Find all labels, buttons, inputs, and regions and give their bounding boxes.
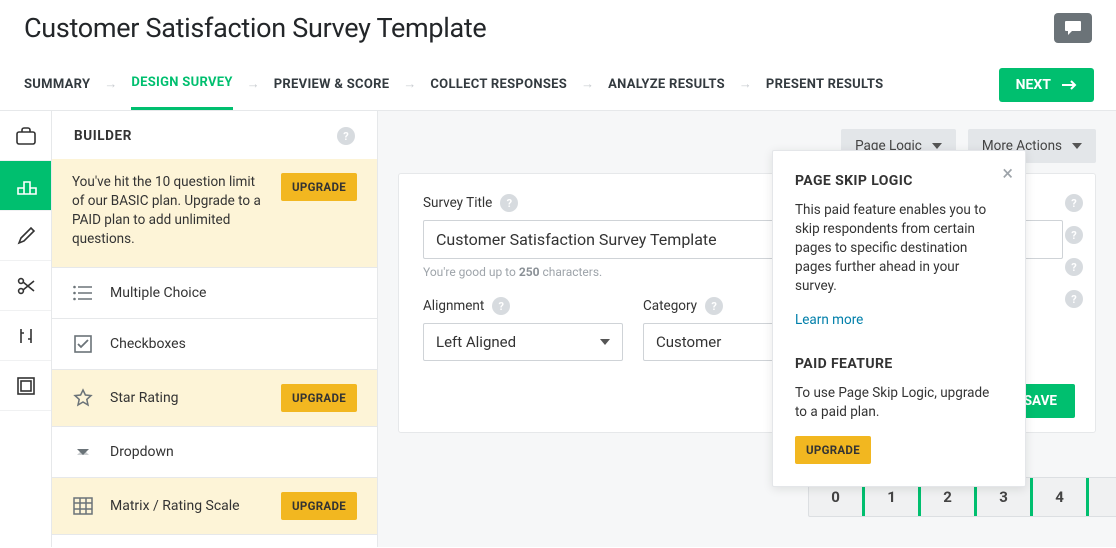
upgrade-button[interactable]: UPGRADE (795, 436, 871, 464)
nav-item-present-results[interactable]: PRESENT RESULTS (766, 60, 884, 109)
chevron-down-icon (1072, 143, 1082, 149)
tool-rail (0, 111, 52, 547)
help-icon[interactable]: ? (1065, 194, 1083, 212)
briefcase-icon (15, 126, 37, 146)
chevron-down-icon (932, 143, 942, 149)
matrix-icon (72, 495, 94, 517)
arrow-right-icon (1061, 80, 1077, 90)
nav-item-summary[interactable]: SUMMARY (24, 60, 90, 109)
blocks-icon (15, 176, 37, 196)
next-button-label: NEXT (1016, 77, 1051, 93)
paid-feature-body: To use Page Skip Logic, upgrade to a pai… (795, 384, 1003, 422)
builder-sidebar: BUILDER ? You've hit the 10 question lim… (52, 111, 378, 547)
help-icon[interactable]: ? (1065, 226, 1083, 244)
question-type-matrix[interactable]: Matrix / Rating Scale UPGRADE (52, 478, 377, 535)
help-icon[interactable]: ? (500, 194, 518, 212)
help-icon[interactable]: ? (1065, 258, 1083, 276)
feedback-button[interactable] (1054, 13, 1092, 43)
rail-item-logic[interactable] (0, 261, 51, 311)
rail-item-style[interactable] (0, 211, 51, 261)
page-title: Customer Satisfaction Survey Template (24, 12, 486, 44)
dropdown-icon (72, 441, 94, 463)
nav-tabs: SUMMARY → DESIGN SURVEY → PREVIEW & SCOR… (0, 58, 1116, 111)
survey-title-label: Survey Title (423, 195, 492, 211)
pencil-icon (16, 226, 36, 246)
upgrade-notice-text: You've hit the 10 question limit of our … (72, 173, 267, 249)
question-type-dropdown[interactable]: Dropdown (52, 427, 377, 478)
help-icon[interactable]: ? (1065, 290, 1083, 308)
help-icon[interactable]: ? (705, 297, 723, 315)
nav-item-preview-score[interactable]: PREVIEW & SCORE (274, 60, 390, 109)
layout-icon (16, 376, 36, 396)
chevron-right-icon: → (247, 76, 260, 92)
learn-more-link[interactable]: Learn more (795, 312, 863, 328)
rail-item-builder[interactable] (0, 161, 51, 211)
scissors-icon (16, 276, 36, 296)
question-type-star-rating[interactable]: Star Rating UPGRADE (52, 370, 377, 427)
rail-item-bank[interactable] (0, 111, 51, 161)
alignment-select[interactable]: Left Aligned (423, 323, 623, 361)
question-type-checkboxes[interactable]: Checkboxes (52, 319, 377, 370)
next-button[interactable]: NEXT (999, 68, 1094, 102)
category-value: Customer (656, 333, 721, 351)
star-icon (72, 387, 94, 409)
chevron-right-icon: → (403, 76, 416, 92)
question-type-label: Dropdown (110, 444, 357, 460)
rail-item-options[interactable] (0, 311, 51, 361)
category-label: Category (643, 298, 697, 314)
help-icon[interactable]: ? (492, 297, 510, 315)
question-type-label: Star Rating (110, 390, 265, 406)
scale-cell[interactable]: 4 (1033, 478, 1089, 516)
paid-feature-title: PAID FEATURE (795, 356, 1003, 372)
question-type-multiple-choice[interactable]: Multiple Choice (52, 268, 377, 319)
popover-body: This paid feature enables you to skip re… (795, 201, 1003, 295)
rail-item-layout[interactable] (0, 361, 51, 411)
question-type-label: Matrix / Rating Scale (110, 498, 265, 514)
speech-bubble-icon (1064, 20, 1082, 36)
upgrade-button[interactable]: UPGRADE (281, 492, 357, 520)
page-skip-logic-popover: × PAGE SKIP LOGIC This paid feature enab… (772, 150, 1026, 487)
popover-title: PAGE SKIP LOGIC (795, 173, 1003, 189)
help-icon[interactable]: ? (337, 127, 355, 145)
question-type-label: Checkboxes (110, 336, 357, 352)
upgrade-notice: You've hit the 10 question limit of our … (52, 159, 377, 268)
chevron-right-icon: → (739, 76, 752, 92)
chevron-right-icon: → (581, 76, 594, 92)
builder-title: BUILDER (74, 128, 132, 144)
nav-item-design-survey[interactable]: DESIGN SURVEY (131, 58, 232, 110)
alignment-label: Alignment (423, 298, 484, 314)
question-type-label: Multiple Choice (110, 285, 357, 301)
checkbox-icon (72, 333, 94, 355)
close-icon[interactable]: × (1002, 161, 1013, 185)
nav-item-collect-responses[interactable]: COLLECT RESPONSES (430, 60, 567, 109)
nav-item-analyze-results[interactable]: ANALYZE RESULTS (608, 60, 725, 109)
alignment-value: Left Aligned (436, 333, 516, 351)
upgrade-button[interactable]: UPGRADE (281, 384, 357, 412)
sliders-icon (16, 326, 36, 346)
chevron-right-icon: → (104, 76, 117, 92)
chevron-down-icon (600, 339, 610, 345)
upgrade-button[interactable]: UPGRADE (281, 173, 357, 201)
list-icon (72, 282, 94, 304)
